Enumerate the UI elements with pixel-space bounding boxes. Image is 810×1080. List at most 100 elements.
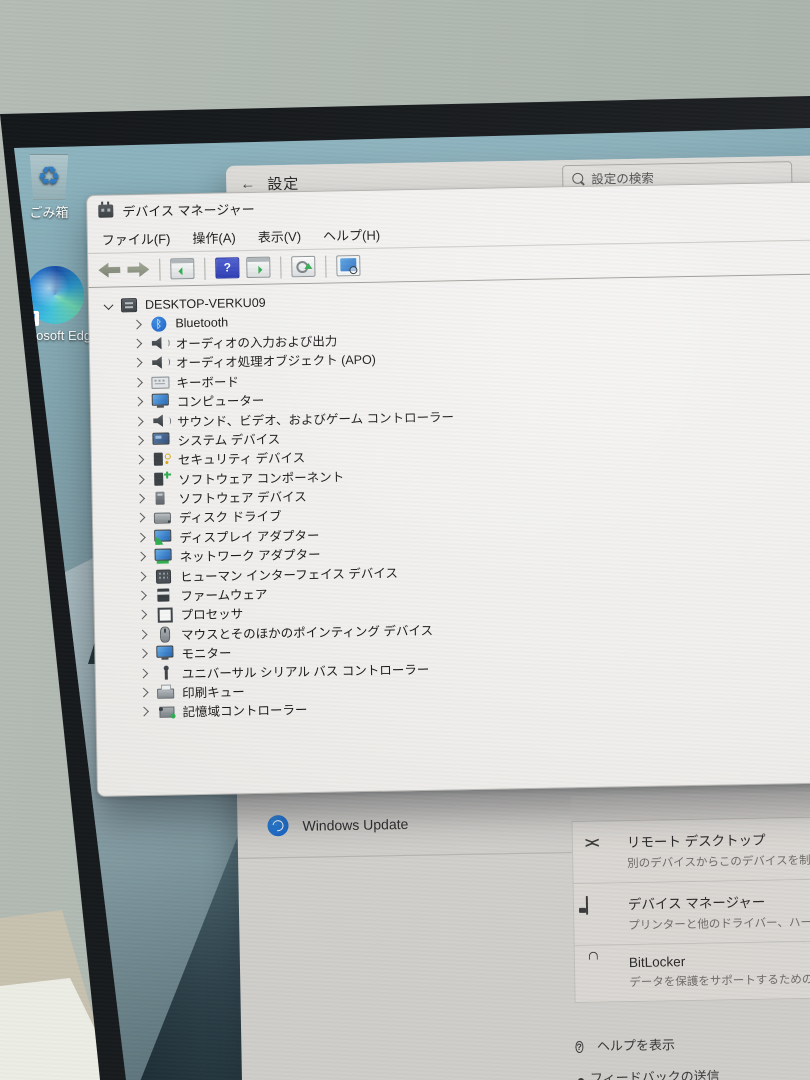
sidebar-item-windows-update[interactable]: Windows Update xyxy=(267,813,408,836)
devices-view-button[interactable] xyxy=(336,255,360,276)
chevron-right-icon[interactable] xyxy=(139,707,149,717)
tree-item-label: システム デバイス xyxy=(177,428,280,449)
tree-item-label: ディスプレイ アダプター xyxy=(179,525,319,547)
monitor-icon xyxy=(156,646,174,661)
window-title: デバイス マネージャー xyxy=(122,198,255,219)
help-circle-icon: ? xyxy=(575,1036,583,1054)
chevron-right-icon[interactable] xyxy=(137,610,147,620)
toolbar-separator xyxy=(159,258,160,280)
chevron-right-icon[interactable] xyxy=(135,474,145,484)
toolbar-separator xyxy=(280,256,281,278)
menu-item-help[interactable]: ヘルプ(H) xyxy=(312,224,391,244)
chevron-right-icon[interactable] xyxy=(134,436,144,446)
recycle-bin-icon: ♻ xyxy=(28,154,70,200)
settings-card-remote-desktop[interactable]: ><リモート デスクトップ別のデバイスからこのデバイスを制御 xyxy=(572,816,810,884)
chevron-right-icon[interactable] xyxy=(136,552,146,562)
tree-item-label: オーディオの入力および出力 xyxy=(176,330,338,352)
windows-update-label: Windows Update xyxy=(302,815,408,833)
card-subtitle: プリンターと他のドライバー、ハードウェア xyxy=(628,913,810,933)
tree-item-label: Bluetooth xyxy=(175,315,228,330)
search-icon xyxy=(572,173,583,184)
chevron-right-icon[interactable] xyxy=(138,629,148,639)
settings-card-bitlocker[interactable]: BitLockerデータを保護をサポートするためのデバイス xyxy=(574,940,810,1003)
settings-cards: ><リモート デスクトップ別のデバイスからこのデバイスを制御デバイス マネージャ… xyxy=(571,790,810,1003)
device-manager-icon xyxy=(586,893,613,933)
cpu-icon xyxy=(156,607,174,622)
windows-update-icon xyxy=(267,815,288,836)
monitor-screen: ♻ ごみ箱 ↗ Microsoft Edge ← 設定 設定の検索 Window… xyxy=(0,0,810,1080)
component-icon xyxy=(153,471,171,486)
edge-icon: ↗ xyxy=(26,266,84,324)
chevron-right-icon[interactable] xyxy=(135,494,145,504)
chevron-right-icon[interactable] xyxy=(132,339,142,349)
chevron-right-icon[interactable] xyxy=(139,688,149,698)
device-tree: DESKTOP-VERKU09 Bluetoothオーディオの入力および出力オー… xyxy=(89,274,810,722)
link-label: ヘルプを表示 xyxy=(597,1034,675,1054)
settings-card-partial[interactable] xyxy=(571,790,810,822)
chevron-right-icon[interactable] xyxy=(134,455,144,465)
network-icon xyxy=(154,549,172,564)
bluetooth-icon xyxy=(150,316,168,331)
mouse-icon xyxy=(156,626,174,641)
menu-item-view[interactable]: 表示(V) xyxy=(247,226,313,246)
firmware-icon xyxy=(155,588,173,603)
photo-of-monitor: ♻ ごみ箱 ↗ Microsoft Edge ← 設定 設定の検索 Window… xyxy=(0,0,810,1080)
chevron-right-icon[interactable] xyxy=(133,377,143,387)
tree-item-label: 印刷キュー xyxy=(182,681,245,701)
settings-link-send-feedback[interactable]: フィードバックの送信 xyxy=(576,1066,720,1080)
card-title: BitLocker xyxy=(629,951,810,970)
settings-link-get-help[interactable]: ? ヘルプを表示 xyxy=(575,1034,719,1056)
tree-root-label: DESKTOP-VERKU09 xyxy=(145,295,266,311)
chevron-right-icon[interactable] xyxy=(138,668,148,678)
tree-item-label: コンピューター xyxy=(177,390,265,411)
chevron-right-icon[interactable] xyxy=(136,532,146,542)
scan-hardware-button[interactable] xyxy=(291,256,315,277)
tree-item-label: ソフトウェア デバイス xyxy=(178,486,306,507)
settings-card-device-manager[interactable]: デバイス マネージャープリンターと他のドライバー、ハードウェア xyxy=(573,878,810,946)
toolbar-separator xyxy=(204,257,205,279)
settings-links: ? ヘルプを表示フィードバックの送信 xyxy=(575,1034,720,1080)
printer-icon xyxy=(157,684,175,699)
tree-item-label: ヒューマン インターフェイス デバイス xyxy=(180,562,398,585)
audio-icon xyxy=(151,335,169,350)
device-manager-app-icon xyxy=(98,204,113,217)
usb-icon xyxy=(157,665,175,680)
chevron-right-icon[interactable] xyxy=(132,319,142,329)
chevron-right-icon[interactable] xyxy=(137,571,147,581)
tree-item-label: モニター xyxy=(181,643,231,663)
chevron-right-icon[interactable] xyxy=(133,397,143,407)
menu-item-file[interactable]: ファイル(F) xyxy=(91,228,182,249)
chevron-down-icon[interactable] xyxy=(104,300,114,310)
audio-icon xyxy=(151,355,169,370)
back-button[interactable]: ← xyxy=(240,175,255,192)
chevron-right-icon[interactable] xyxy=(138,649,148,659)
help-button[interactable]: ? xyxy=(215,257,239,278)
keyboard-icon xyxy=(151,374,169,389)
screen-icon xyxy=(152,394,170,409)
chevron-right-icon[interactable] xyxy=(135,513,145,523)
tree-item-label: キーボード xyxy=(176,371,239,391)
show-console-tree-button[interactable] xyxy=(170,258,194,279)
chevron-right-icon[interactable] xyxy=(134,416,144,426)
menu-item-action[interactable]: 操作(A) xyxy=(181,227,247,247)
card-subtitle: データを保護をサポートするためのデバイス xyxy=(629,970,810,990)
back-button[interactable] xyxy=(98,262,120,277)
link-label: フィードバックの送信 xyxy=(590,1066,720,1080)
properties-button[interactable] xyxy=(246,257,270,278)
recycle-bin-label: ごみ箱 xyxy=(29,205,68,220)
computer-tower-icon xyxy=(120,297,138,312)
tree-item-label: プロセッサ xyxy=(181,604,244,624)
tree-item-label: ネットワーク アダプター xyxy=(179,544,320,566)
hid-icon xyxy=(155,568,173,583)
chevron-right-icon[interactable] xyxy=(137,591,147,601)
forward-button[interactable] xyxy=(127,262,149,277)
lock-icon xyxy=(587,955,614,990)
display-icon xyxy=(154,529,172,544)
storage-icon xyxy=(157,704,175,719)
card-subtitle: 別のデバイスからこのデバイスを制御 xyxy=(627,852,810,871)
security-icon xyxy=(153,452,171,467)
chevron-right-icon[interactable] xyxy=(133,358,143,368)
disk-icon xyxy=(154,510,172,525)
device-manager-window: デバイス マネージャー ファイル(F)操作(A)表示(V)ヘルプ(H) ? DE… xyxy=(86,181,810,797)
card-title: デバイス マネージャー xyxy=(628,889,810,913)
